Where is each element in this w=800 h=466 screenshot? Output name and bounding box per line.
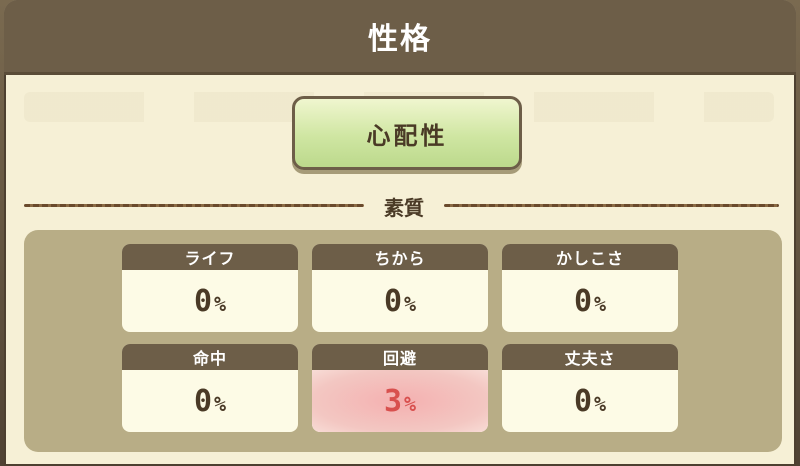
stat-card-accuracy: 命中 0% bbox=[122, 344, 298, 432]
stat-body: 0% bbox=[502, 270, 678, 332]
stat-label: ライフ bbox=[122, 244, 298, 270]
stat-card-wisdom: かしこさ 0% bbox=[502, 244, 678, 332]
stat-value: 0% bbox=[194, 384, 226, 419]
personality-label: 心配性 bbox=[366, 121, 448, 150]
stat-body: 0% bbox=[122, 370, 298, 432]
stat-unit: % bbox=[214, 391, 227, 416]
stat-value: 0% bbox=[574, 284, 606, 319]
stat-value: 3% bbox=[384, 384, 416, 419]
stat-card-evasion: 回避 3% bbox=[312, 344, 488, 432]
stat-unit: % bbox=[214, 291, 227, 316]
stat-label: 回避 bbox=[312, 344, 488, 370]
stat-unit: % bbox=[594, 391, 607, 416]
personality-button[interactable]: 心配性 bbox=[292, 96, 522, 170]
stat-number: 3 bbox=[383, 383, 402, 419]
personality-panel: 性格 心配性 素質 ライフ 0% ちから 0% かしこさ 0% 命中 0 % 回… bbox=[4, 0, 796, 466]
panel-header: 性格 bbox=[4, 0, 796, 75]
stat-body: 0% bbox=[122, 270, 298, 332]
stat-label: 命中 bbox=[122, 344, 298, 370]
divider-right bbox=[444, 204, 779, 207]
stat-number: 0 bbox=[573, 283, 592, 319]
stat-value: 0% bbox=[384, 284, 416, 319]
stat-body-highlight: 3% bbox=[312, 370, 488, 432]
stat-card-power: ちから 0% bbox=[312, 244, 488, 332]
stat-unit: % bbox=[404, 391, 417, 416]
stat-card-life: ライフ 0% bbox=[122, 244, 298, 332]
stat-body: 0% bbox=[502, 370, 678, 432]
section-title: 素質 bbox=[384, 196, 424, 220]
stat-value: 0% bbox=[194, 284, 226, 319]
stat-body: 0% bbox=[312, 270, 488, 332]
stat-card-toughness: 丈夫さ 0% bbox=[502, 344, 678, 432]
stat-number: 0 bbox=[383, 283, 402, 319]
stat-unit: % bbox=[404, 291, 417, 316]
stat-label: ちから bbox=[312, 244, 488, 270]
stats-area: ライフ 0% ちから 0% かしこさ 0% 命中 0% 回避 3 % 丈夫さ 0… bbox=[24, 230, 782, 452]
divider-left bbox=[24, 204, 364, 207]
stat-number: 0 bbox=[193, 283, 212, 319]
stat-number: 0 bbox=[573, 383, 592, 419]
stat-number: 0 bbox=[193, 383, 212, 419]
stat-label: 丈夫さ bbox=[502, 344, 678, 370]
stat-unit: % bbox=[594, 291, 607, 316]
stat-label: かしこさ bbox=[502, 244, 678, 270]
stat-value: 0% bbox=[574, 384, 606, 419]
panel-title: 性格 bbox=[368, 22, 432, 57]
